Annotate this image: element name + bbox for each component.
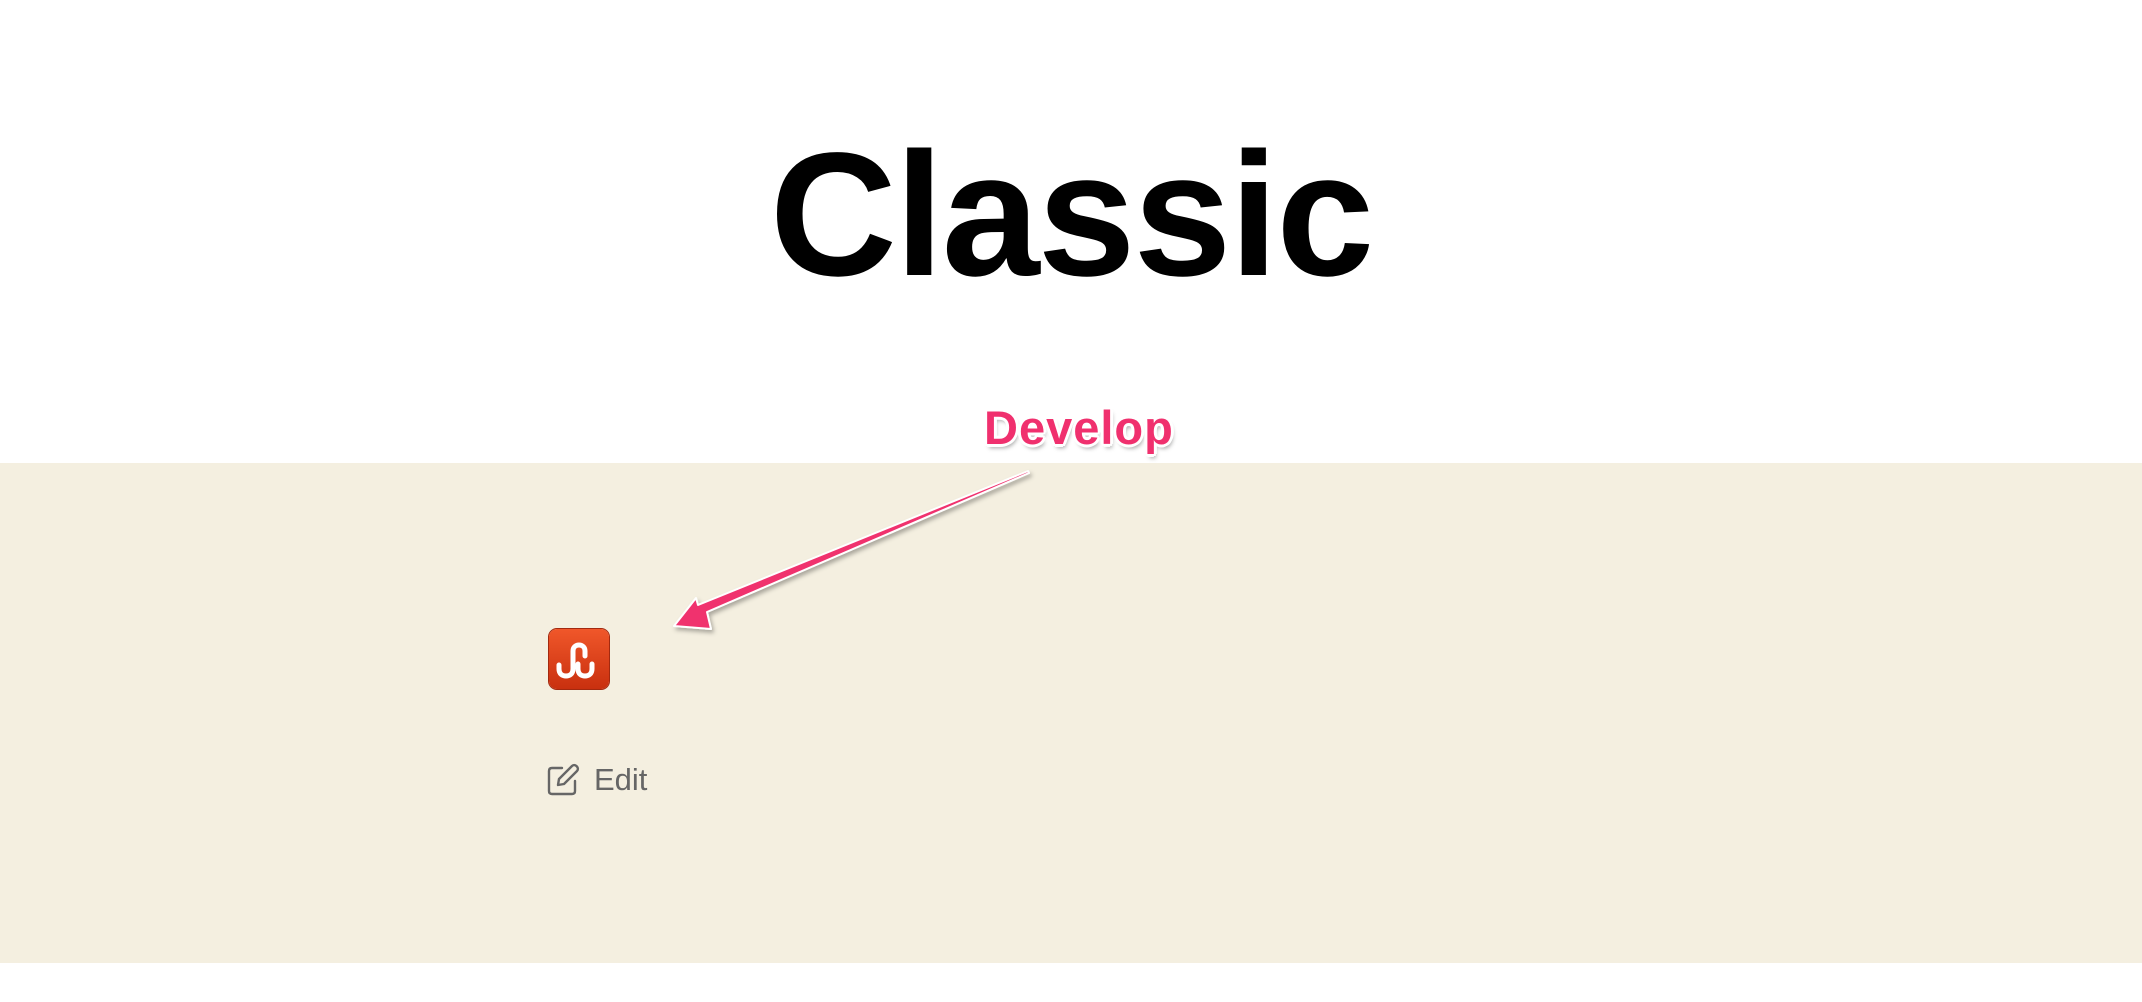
content-section — [0, 463, 2142, 963]
edit-label: Edit — [594, 762, 648, 797]
page-title: Classic — [769, 117, 1374, 313]
edit-icon — [546, 763, 580, 797]
edit-link[interactable]: Edit — [546, 759, 647, 801]
stumbleupon-icon[interactable] — [548, 628, 610, 690]
annotation-label: Develop — [984, 401, 1174, 454]
